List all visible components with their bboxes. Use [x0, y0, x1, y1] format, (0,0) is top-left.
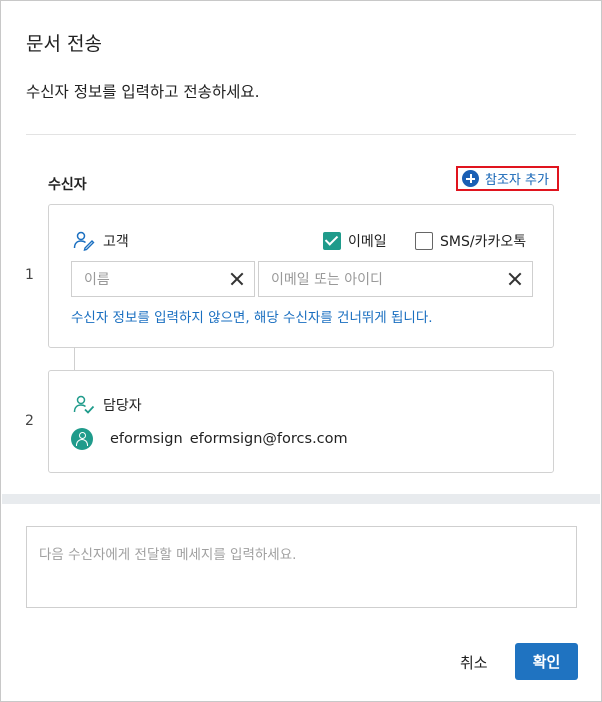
- email-input[interactable]: 이메일 또는 아이디: [258, 261, 533, 297]
- manager-email: eformsign@forcs.com: [189, 431, 348, 447]
- email-checkbox[interactable]: [323, 232, 341, 250]
- clear-email-icon[interactable]: [498, 262, 532, 296]
- name-placeholder: 이름: [84, 272, 110, 288]
- role-manager: 담당자: [73, 395, 142, 415]
- role-label-customer: 고객: [103, 234, 129, 250]
- recipient-card-customer: 고객 이메일 SMS/카카오톡 이름 이메일 또는 아이디 수신자 정보를 입력…: [48, 204, 554, 348]
- role-label-manager: 담당자: [103, 398, 142, 414]
- recipient-number-1: 1: [25, 267, 34, 283]
- avatar-icon: [71, 428, 93, 450]
- divider: [26, 134, 576, 135]
- cancel-button[interactable]: 취소: [460, 652, 488, 673]
- section-separator: [2, 494, 600, 504]
- clear-name-icon[interactable]: [220, 262, 254, 296]
- name-input[interactable]: 이름: [71, 261, 255, 297]
- user-edit-icon: [73, 231, 95, 251]
- dialog-subtitle: 수신자 정보를 입력하고 전송하세요.: [26, 83, 260, 101]
- recipient-number-2: 2: [25, 413, 34, 429]
- sms-option-label: SMS/카카오톡: [440, 234, 527, 250]
- sms-checkbox[interactable]: [415, 232, 433, 250]
- confirm-button[interactable]: 확인: [515, 643, 578, 680]
- user-check-icon: [73, 395, 95, 414]
- plus-circle-icon: [462, 170, 479, 187]
- connector-line: [74, 347, 75, 371]
- send-document-dialog: 문서 전송 수신자 정보를 입력하고 전송하세요. 수신자 참조자 추가 1 고…: [0, 0, 602, 702]
- add-cc-button[interactable]: 참조자 추가: [456, 166, 559, 191]
- recipient-card-manager: 담당자 eformsign eformsign@forcs.com: [48, 370, 554, 473]
- message-placeholder: 다음 수신자에게 전달할 메세지를 입력하세요.: [39, 547, 297, 563]
- message-textarea[interactable]: 다음 수신자에게 전달할 메세지를 입력하세요.: [26, 526, 577, 608]
- manager-name: eformsign: [110, 431, 183, 447]
- email-option-label: 이메일: [348, 234, 387, 250]
- recipients-heading: 수신자: [48, 177, 87, 193]
- manager-user: eformsign eformsign@forcs.com: [71, 428, 348, 450]
- email-option[interactable]: 이메일: [323, 231, 387, 251]
- dialog-title: 문서 전송: [26, 33, 102, 55]
- skip-hint: 수신자 정보를 입력하지 않으면, 해당 수신자를 건너뛰게 됩니다.: [71, 310, 433, 326]
- add-cc-label: 참조자 추가: [485, 173, 549, 188]
- email-placeholder: 이메일 또는 아이디: [271, 272, 383, 288]
- sms-option[interactable]: SMS/카카오톡: [415, 231, 526, 251]
- role-customer: 고객: [73, 231, 129, 251]
